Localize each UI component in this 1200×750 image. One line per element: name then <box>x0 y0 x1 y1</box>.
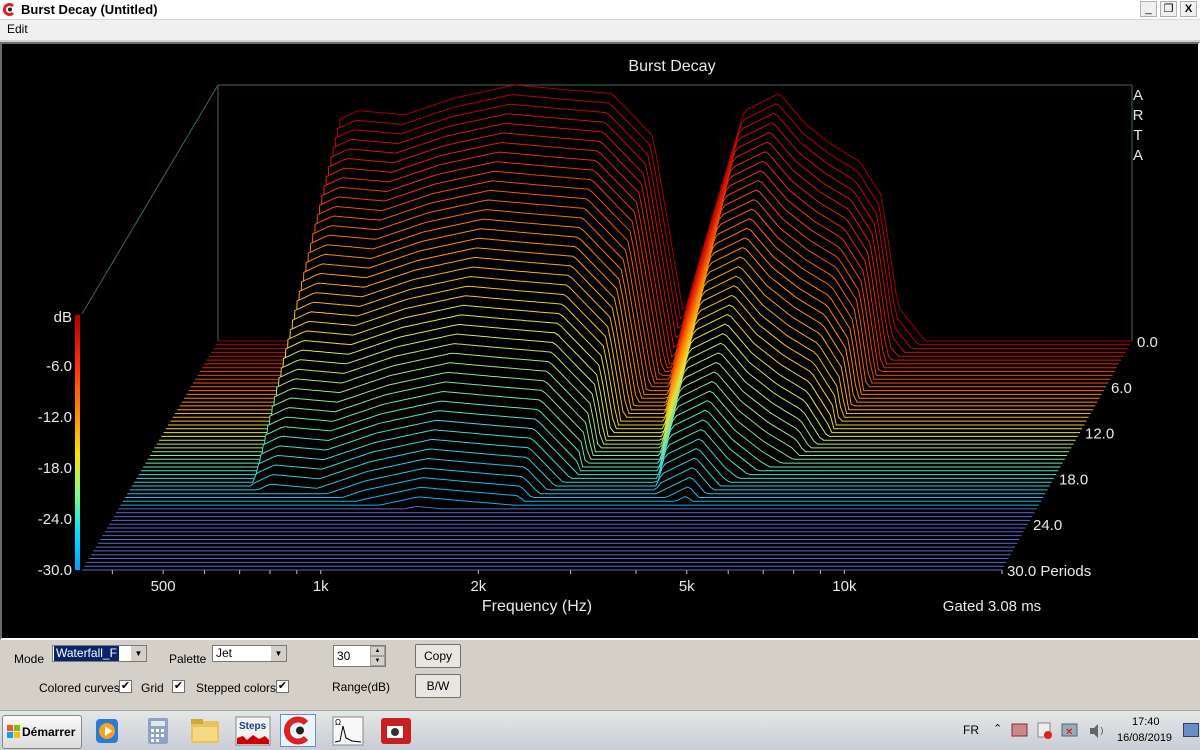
start-button[interactable]: Démarrer <box>2 715 82 749</box>
period-tick-label: 24.0 <box>1033 517 1062 534</box>
decay-curves <box>82 84 1132 571</box>
arta-icon[interactable] <box>280 714 316 747</box>
watermark-letter: A <box>1133 87 1143 104</box>
menu-bar: Edit <box>0 20 1200 40</box>
x-axis-label: Frequency (Hz) <box>482 598 592 615</box>
palette-value: Jet <box>216 646 233 660</box>
chevron-down-icon[interactable]: ▼ <box>270 646 286 661</box>
language-indicator[interactable]: FR <box>963 723 979 737</box>
taskbar: Démarrer Steps Ω FR ⌃ ✕ 17:40 16/08/2019 <box>0 710 1200 750</box>
z-tick-label: -30.0 <box>38 562 72 579</box>
menu-edit[interactable]: Edit <box>7 22 28 36</box>
period-tick-label: 6.0 <box>1111 380 1132 397</box>
palette-label: Palette <box>169 652 207 666</box>
x-tick-label: 1k <box>313 578 329 595</box>
tray-icons: ✕ <box>1011 722 1103 739</box>
bw-button[interactable]: B/W <box>415 674 461 698</box>
svg-text:Steps: Steps <box>239 721 267 732</box>
minimize-button[interactable]: _ <box>1140 1 1157 17</box>
gate-note: Gated 3.08 ms <box>943 598 1041 615</box>
spin-up-icon[interactable]: ▲ <box>370 646 385 656</box>
svg-text:Ω: Ω <box>335 718 341 727</box>
period-tick-label: 30.0 Periods <box>1007 563 1091 580</box>
period-tick-label: 0.0 <box>1137 334 1158 351</box>
x-tick-label: 5k <box>679 578 695 595</box>
show-desktop-icon[interactable] <box>1183 723 1199 737</box>
restore-button[interactable]: ❐ <box>1160 1 1177 17</box>
arta-app-icon <box>2 2 17 17</box>
mode-select[interactable]: Waterfall_F ▼ <box>52 645 147 662</box>
decay-curve <box>118 505 1037 510</box>
copy-button[interactable]: Copy <box>415 644 461 668</box>
clock-time[interactable]: 17:40 <box>1132 716 1160 728</box>
tray-expand-icon[interactable]: ⌃ <box>993 722 1002 735</box>
stepped-colors-checkbox[interactable]: ✔ <box>276 680 289 693</box>
start-label: Démarrer <box>22 725 76 739</box>
burst-decay-chart: Burst DecayARTAdB-6.0-12.0-18.0-24.0-30.… <box>38 58 1158 615</box>
x-tick-label: 10k <box>832 578 857 595</box>
z-tick-label: -12.0 <box>38 409 72 426</box>
colored-curves-label: Colored curves <box>39 681 120 695</box>
plot-area: Burst Decay A R T AdB -6.0 -12.0 -18.0 -24.0 -30.… <box>0 42 1200 640</box>
z-axis-label: dB <box>54 309 72 326</box>
watermark-letter: A <box>1133 147 1143 164</box>
range-label: Range(dB) <box>332 680 391 694</box>
period-tick-label: 12.0 <box>1085 426 1114 443</box>
calculator-icon[interactable] <box>140 714 176 747</box>
window-title: Burst Decay (Untitled) <box>21 2 158 17</box>
left-top-edge <box>81 84 219 315</box>
range-spinner[interactable]: 30 ▲ ▼ <box>333 645 386 667</box>
close-button[interactable]: X <box>1180 1 1197 17</box>
title-bar: Burst Decay (Untitled) _ ❐ X <box>0 0 1200 20</box>
z-tick-label: -18.0 <box>38 460 72 477</box>
stepped-colors-label: Stepped colors <box>196 681 277 695</box>
z-tick-label: -24.0 <box>38 511 72 528</box>
x-tick-label: 500 <box>151 578 176 595</box>
windows-logo-icon <box>7 725 20 738</box>
mode-label: Mode <box>14 652 45 666</box>
svg-text:✕: ✕ <box>1065 727 1073 738</box>
z-tick-label: -6.0 <box>46 358 72 375</box>
colored-curves-checkbox[interactable]: ✔ <box>119 680 132 693</box>
colorbar <box>75 315 80 570</box>
chevron-down-icon[interactable]: ▼ <box>130 646 146 661</box>
period-tick-label: 18.0 <box>1059 471 1088 488</box>
watermark-letter: R <box>1133 107 1144 124</box>
chart-title: Burst Decay <box>628 58 715 75</box>
palette-select[interactable]: Jet ▼ <box>212 645 287 662</box>
x-tick-label: 2k <box>470 578 486 595</box>
grid-checkbox[interactable]: ✔ <box>172 680 185 693</box>
grid-label: Grid <box>141 681 164 695</box>
video-icon[interactable] <box>378 714 414 747</box>
mode-value: Waterfall_F <box>54 646 119 661</box>
media-player-icon[interactable] <box>90 714 126 747</box>
range-value: 30 <box>337 649 351 663</box>
impedance-icon[interactable]: Ω <box>330 714 366 747</box>
clock-date[interactable]: 16/08/2019 <box>1117 732 1172 744</box>
spin-down-icon[interactable]: ▼ <box>370 656 385 666</box>
steps-icon[interactable]: Steps <box>235 714 271 747</box>
folder-icon[interactable] <box>187 714 223 747</box>
watermark-letter: T <box>1133 127 1142 144</box>
